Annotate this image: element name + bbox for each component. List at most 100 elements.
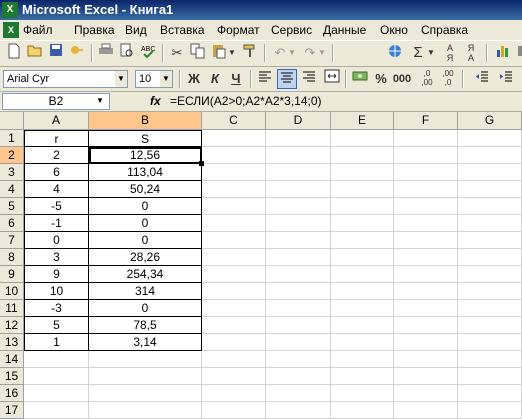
- column-header-b[interactable]: B: [89, 112, 202, 130]
- cell-a15[interactable]: [24, 368, 89, 385]
- cell-c15[interactable]: [202, 368, 266, 385]
- drawing-icon[interactable]: [512, 43, 522, 63]
- cell-c16[interactable]: [202, 385, 266, 402]
- cell-b3[interactable]: 113,04: [89, 164, 202, 181]
- row-header-3[interactable]: 3: [0, 164, 24, 181]
- cell-e3[interactable]: [331, 164, 394, 181]
- autosum-dropdown-icon[interactable]: ▼: [426, 43, 436, 63]
- cell-c3[interactable]: [202, 164, 266, 181]
- cell-b13[interactable]: 3,14: [89, 334, 202, 351]
- font-name-select[interactable]: Arial Cyr ▼: [3, 70, 128, 88]
- cell-b12[interactable]: 78,5: [89, 317, 202, 334]
- cell-f17[interactable]: [394, 402, 458, 419]
- cell-g9[interactable]: [458, 266, 522, 283]
- menu-file[interactable]: Файл: [23, 23, 53, 37]
- cell-c2[interactable]: [202, 147, 266, 164]
- cell-g15[interactable]: [458, 368, 522, 385]
- cell-c12[interactable]: [202, 317, 266, 334]
- cell-b17[interactable]: [89, 402, 202, 419]
- cell-c11[interactable]: [202, 300, 266, 317]
- row-header-9[interactable]: 9: [0, 266, 24, 283]
- chevron-down-icon[interactable]: ▼: [160, 71, 172, 87]
- redo-dropdown-icon[interactable]: ▼: [317, 43, 327, 63]
- cell-f1[interactable]: [394, 130, 458, 147]
- cell-a8[interactable]: 3: [24, 249, 89, 266]
- cell-a5[interactable]: -5: [24, 198, 89, 215]
- row-header-2[interactable]: 2: [0, 147, 24, 164]
- row-header-4[interactable]: 4: [0, 181, 24, 198]
- cell-e1[interactable]: [331, 130, 394, 147]
- cell-a3[interactable]: 6: [24, 164, 89, 181]
- cell-c6[interactable]: [202, 215, 266, 232]
- cell-a2[interactable]: 2: [24, 147, 89, 164]
- cell-e17[interactable]: [331, 402, 394, 419]
- cell-d5[interactable]: [266, 198, 331, 215]
- cell-b10[interactable]: 314: [89, 283, 202, 300]
- fill-handle[interactable]: [199, 161, 204, 166]
- cell-g16[interactable]: [458, 385, 522, 402]
- cell-g14[interactable]: [458, 351, 522, 368]
- cell-b14[interactable]: [89, 351, 202, 368]
- merge-center-icon[interactable]: [322, 69, 342, 89]
- cell-f14[interactable]: [394, 351, 458, 368]
- cell-f7[interactable]: [394, 232, 458, 249]
- cell-g6[interactable]: [458, 215, 522, 232]
- cell-e14[interactable]: [331, 351, 394, 368]
- cell-a17[interactable]: [24, 402, 89, 419]
- cell-a12[interactable]: 5: [24, 317, 89, 334]
- print-preview-icon[interactable]: [117, 43, 137, 63]
- increase-indent-icon[interactable]: [496, 69, 516, 89]
- cell-d16[interactable]: [266, 385, 331, 402]
- cell-g11[interactable]: [458, 300, 522, 317]
- cell-g5[interactable]: [458, 198, 522, 215]
- save-icon[interactable]: [46, 43, 66, 63]
- cell-c9[interactable]: [202, 266, 266, 283]
- excel-icon[interactable]: X: [2, 2, 18, 18]
- cell-d2[interactable]: [266, 147, 331, 164]
- menu-edit[interactable]: Правка: [74, 23, 115, 37]
- workbook-icon[interactable]: X: [3, 22, 19, 38]
- cell-f2[interactable]: [394, 147, 458, 164]
- cell-f3[interactable]: [394, 164, 458, 181]
- worksheet-grid[interactable]: A B C D E F G 1 r S 2 2 12,56 3 6 113,04 4 4 50,24 5 -5 0 6 -1 0…: [0, 112, 522, 419]
- cell-b1[interactable]: S: [89, 130, 202, 147]
- cell-a6[interactable]: -1: [24, 215, 89, 232]
- cell-a7[interactable]: 0: [24, 232, 89, 249]
- cell-e6[interactable]: [331, 215, 394, 232]
- row-header-14[interactable]: 14: [0, 351, 24, 368]
- cell-c13[interactable]: [202, 334, 266, 351]
- increase-decimal-icon[interactable]: ,0,00: [417, 69, 437, 89]
- cell-f12[interactable]: [394, 317, 458, 334]
- cell-c17[interactable]: [202, 402, 266, 419]
- cell-d8[interactable]: [266, 249, 331, 266]
- cell-a4[interactable]: 4: [24, 181, 89, 198]
- bold-button[interactable]: Ж: [184, 69, 204, 89]
- cell-f9[interactable]: [394, 266, 458, 283]
- cell-d10[interactable]: [266, 283, 331, 300]
- cell-c5[interactable]: [202, 198, 266, 215]
- cell-f5[interactable]: [394, 198, 458, 215]
- cell-e11[interactable]: [331, 300, 394, 317]
- column-header-e[interactable]: E: [331, 112, 394, 130]
- cell-f13[interactable]: [394, 334, 458, 351]
- align-center-icon[interactable]: [277, 69, 297, 89]
- cell-d17[interactable]: [266, 402, 331, 419]
- cell-g7[interactable]: [458, 232, 522, 249]
- cell-d1[interactable]: [266, 130, 331, 147]
- menu-data[interactable]: Данные: [323, 23, 366, 37]
- menu-help[interactable]: Справка: [421, 23, 468, 37]
- row-header-7[interactable]: 7: [0, 232, 24, 249]
- paste-dropdown-icon[interactable]: ▼: [227, 43, 237, 63]
- row-header-8[interactable]: 8: [0, 249, 24, 266]
- decrease-decimal-icon[interactable]: ,00,0: [438, 69, 458, 89]
- chart-wizard-icon[interactable]: [493, 43, 513, 63]
- hyperlink-icon[interactable]: [385, 43, 405, 63]
- row-header-13[interactable]: 13: [0, 334, 24, 351]
- cut-icon[interactable]: ✂: [167, 43, 187, 63]
- cell-e16[interactable]: [331, 385, 394, 402]
- underline-button[interactable]: Ч: [226, 69, 246, 89]
- cell-a10[interactable]: 10: [24, 283, 89, 300]
- cell-f4[interactable]: [394, 181, 458, 198]
- cell-e15[interactable]: [331, 368, 394, 385]
- cell-d12[interactable]: [266, 317, 331, 334]
